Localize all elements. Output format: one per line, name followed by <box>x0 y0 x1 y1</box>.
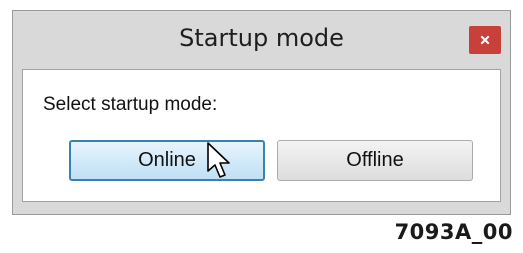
offline-button[interactable]: Offline <box>277 140 473 181</box>
prompt-label: Select startup mode: <box>43 94 218 115</box>
figure-caption: 7093A_00 <box>394 220 513 244</box>
online-button-label: Online <box>138 149 196 171</box>
startup-mode-dialog: Startup mode Select startup mode: Online… <box>12 10 511 215</box>
online-button[interactable]: Online <box>69 140 265 181</box>
dialog-content: Select startup mode: Online Offline <box>22 69 501 202</box>
title-bar[interactable]: Startup mode <box>13 11 510 69</box>
window-title: Startup mode <box>179 24 344 52</box>
close-button[interactable] <box>469 26 501 54</box>
offline-button-label: Offline <box>346 149 404 171</box>
close-icon <box>480 35 490 45</box>
